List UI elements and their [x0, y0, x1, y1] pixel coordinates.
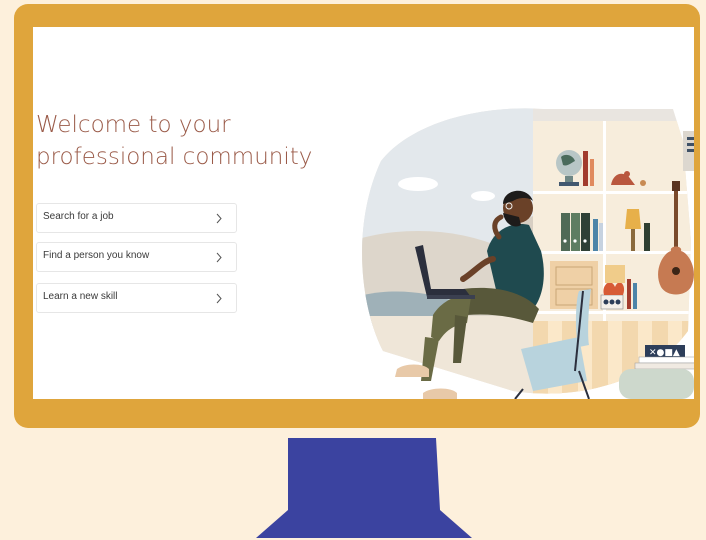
- search-job-label: Search for a job: [43, 211, 114, 222]
- learn-skill-button[interactable]: Learn a new skill: [36, 283, 237, 313]
- person-on-laptop-illustration: ✕●■▲: [362, 108, 694, 399]
- svg-text:✕●■▲: ✕●■▲: [649, 348, 680, 358]
- title-line-1: Welcome to your: [36, 112, 231, 138]
- find-person-label: Find a person you know: [43, 250, 150, 261]
- chevron-right-icon: [216, 252, 222, 263]
- monitor-screen: Welcome to your professional community S…: [33, 27, 694, 399]
- search-job-button[interactable]: Search for a job: [36, 203, 237, 233]
- monitor-stand: [256, 438, 472, 538]
- find-person-button[interactable]: Find a person you know: [36, 242, 237, 272]
- chevron-right-icon: [216, 293, 222, 304]
- title-line-2: professional community: [36, 144, 313, 170]
- chevron-right-icon: [216, 213, 222, 224]
- page-title: Welcome to your professional community: [36, 109, 312, 173]
- learn-skill-label: Learn a new skill: [43, 291, 118, 302]
